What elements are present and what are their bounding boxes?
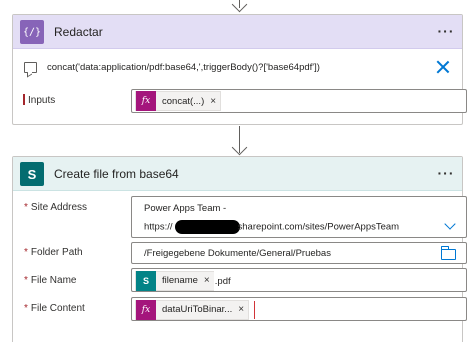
middle-arrow-icon (231, 139, 248, 156)
redacted-tenant (174, 220, 240, 234)
site-address-label: * Site Address (24, 202, 88, 213)
compose-action-card[interactable]: {∕} Redactar ··· concat('data:applicatio… (12, 14, 467, 125)
concat-token[interactable]: fx concat(...) × (135, 91, 222, 111)
file-name-label: * File Name (24, 275, 77, 286)
folder-path-value: /Freigegebene Dokumente/General/Pruebas (144, 248, 331, 259)
compose-card-title: Redactar (54, 25, 103, 39)
remove-token-icon[interactable]: × (210, 96, 220, 107)
file-name-suffix: .pdf (214, 276, 231, 287)
site-address-line2: https://sharepoint.com/sites/PowerAppsTe… (144, 220, 400, 234)
close-icon[interactable] (435, 59, 451, 75)
concat-token-label: concat(...) (162, 95, 205, 107)
inputs-label: Inputs (28, 95, 56, 106)
create-file-card-header[interactable]: S Create file from base64 ··· (13, 157, 462, 191)
folder-path-label: * Folder Path (24, 247, 83, 258)
remove-token-icon[interactable]: × (238, 304, 248, 315)
create-file-card-title: Create file from base64 (54, 167, 179, 181)
folder-path-input[interactable]: /Freigegebene Dokumente/General/Pruebas (131, 242, 467, 264)
compose-expression-row: concat('data:application/pdf:base64,',tr… (24, 62, 320, 73)
text-cursor (254, 301, 255, 319)
fx-icon: fx (136, 299, 156, 320)
inputs-field[interactable]: fx concat(...) × (131, 89, 467, 113)
fx-icon: fx (136, 91, 156, 111)
required-indicator (23, 94, 25, 105)
datauritobinary-token-label: dataUriToBinar... (162, 304, 233, 315)
required-asterisk: * (24, 202, 28, 213)
datauritobinary-token[interactable]: fx dataUriToBinar... × (135, 299, 250, 320)
file-content-label: * File Content (24, 303, 85, 314)
filename-token[interactable]: S filename × (135, 270, 214, 291)
compose-expression-text[interactable]: concat('data:application/pdf:base64,',tr… (47, 62, 320, 73)
filename-token-label: filename (162, 275, 198, 286)
compose-more-options-button[interactable]: ··· (436, 21, 456, 41)
file-content-input[interactable]: fx dataUriToBinar... × (131, 297, 467, 321)
chevron-down-icon[interactable] (444, 218, 456, 230)
top-arrow-icon (231, 0, 248, 13)
create-file-action-card[interactable]: S Create file from base64 ··· * Site Addr… (12, 156, 467, 342)
site-address-line1: Power Apps Team - (144, 203, 227, 214)
sharepoint-icon: S (136, 270, 156, 291)
folder-icon[interactable] (440, 246, 456, 260)
sharepoint-icon: S (20, 162, 44, 186)
site-address-dropdown[interactable]: Power Apps Team - https://sharepoint.com… (131, 196, 467, 238)
create-file-more-options-button[interactable]: ··· (436, 163, 456, 183)
file-name-input[interactable]: S filename × .pdf (131, 268, 467, 292)
compose-card-header[interactable]: {∕} Redactar ··· (13, 15, 462, 49)
braces-icon: {∕} (20, 20, 44, 44)
comment-icon[interactable] (24, 62, 37, 73)
remove-token-icon[interactable]: × (204, 275, 214, 286)
